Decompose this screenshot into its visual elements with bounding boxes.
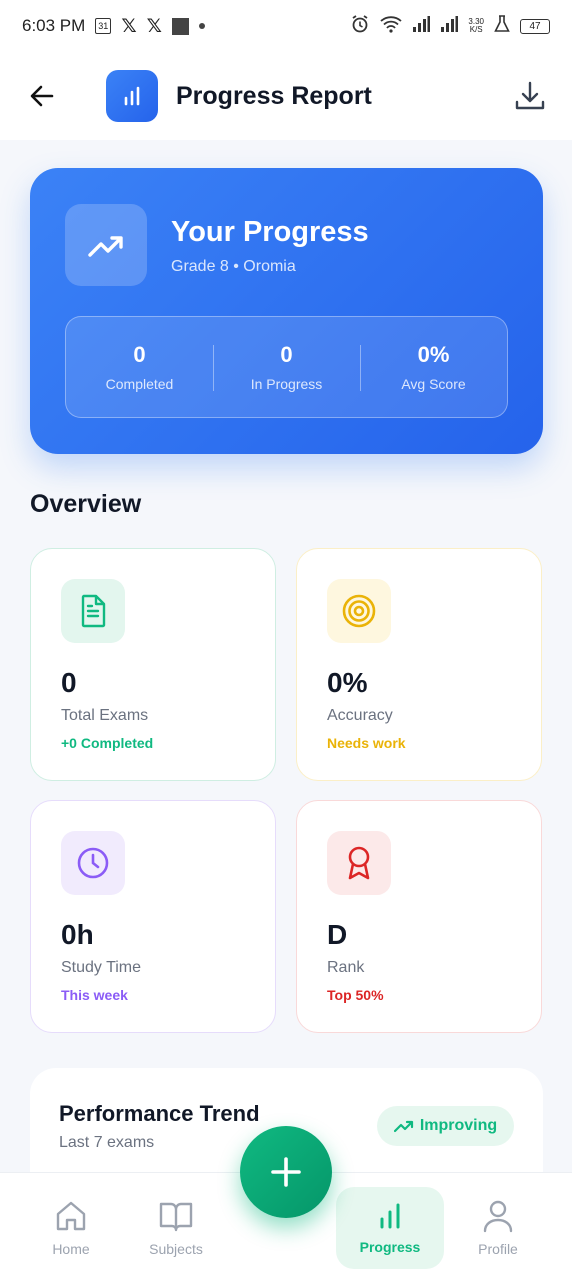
stat-in-progress: 0 In Progress <box>213 317 360 417</box>
card-value: D <box>327 919 348 950</box>
nav-label: Home <box>52 1241 90 1257</box>
progress-summary-card: Your Progress Grade 8 • Oromia 0 Complet… <box>30 168 543 454</box>
signal-icon-2 <box>440 15 459 37</box>
study-time-card[interactable]: 0h Study Time This week <box>30 800 276 1033</box>
bar-chart-icon <box>380 1203 400 1229</box>
award-icon <box>327 831 391 895</box>
stat-completed: 0 Completed <box>66 317 213 417</box>
nav-label: Progress <box>359 1239 421 1255</box>
network-speed: 3.30 K/S <box>468 18 484 34</box>
plus-icon <box>271 1157 301 1187</box>
nav-label: Subjects <box>149 1241 203 1257</box>
arrow-left-icon <box>30 85 54 107</box>
x-app-icon: 𝕏 <box>121 15 137 37</box>
book-icon <box>159 1202 193 1232</box>
network-speed-unit: K/S <box>469 25 483 34</box>
nav-subjects[interactable]: Subjects <box>122 1187 230 1269</box>
performance-subtitle: Last 7 exams <box>59 1134 155 1151</box>
status-time: 6:03 PM <box>22 16 86 35</box>
bar-chart-logo-icon <box>106 70 158 122</box>
document-icon <box>61 579 125 643</box>
trending-up-icon <box>393 1120 413 1133</box>
performance-title: Performance Trend <box>59 1101 260 1126</box>
app-notification-icon <box>171 17 189 35</box>
download-button[interactable] <box>510 76 550 116</box>
trending-up-icon <box>65 204 147 286</box>
wifi-icon <box>380 15 403 38</box>
overview-title: Overview <box>30 490 142 518</box>
hero-subtitle: Grade 8 • Oromia <box>171 258 296 275</box>
card-value: 0h <box>61 919 94 950</box>
status-bar: 6:03 PM 31 𝕏 𝕏 3.30 K/S 47 <box>0 0 572 52</box>
target-icon <box>327 579 391 643</box>
card-note: Needs work <box>327 735 406 751</box>
calendar-day: 31 <box>98 21 109 31</box>
stat-value: 0 <box>133 342 146 367</box>
stat-label: In Progress <box>250 376 323 392</box>
hero-stats: 0 Completed 0 In Progress 0% Avg Score <box>65 316 508 418</box>
signal-icon <box>412 15 431 37</box>
stat-label: Avg Score <box>401 376 466 392</box>
more-notifications-icon <box>198 23 205 29</box>
battery-icon: 47 <box>520 18 550 34</box>
rank-card[interactable]: D Rank Top 50% <box>296 800 542 1033</box>
stat-value: 0% <box>417 342 450 367</box>
card-label: Study Time <box>61 959 142 976</box>
card-label: Total Exams <box>61 707 149 724</box>
accuracy-card[interactable]: 0% Accuracy Needs work <box>296 548 542 781</box>
total-exams-card[interactable]: 0 Total Exams +0 Completed <box>30 548 276 781</box>
card-label: Rank <box>327 959 365 976</box>
home-icon <box>56 1201 86 1231</box>
nav-label: Profile <box>478 1241 518 1257</box>
stat-value: 0 <box>280 342 293 367</box>
card-note: +0 Completed <box>61 735 154 751</box>
card-note: This week <box>61 987 128 1003</box>
nav-progress[interactable]: Progress <box>336 1187 444 1269</box>
card-value: 0 <box>61 667 77 698</box>
page-title: Progress Report <box>176 81 372 110</box>
card-label: Accuracy <box>327 707 393 724</box>
card-note: Top 50% <box>327 987 384 1003</box>
improving-badge: Improving <box>377 1106 514 1146</box>
download-icon <box>515 81 545 110</box>
nav-home[interactable]: Home <box>17 1187 125 1269</box>
clock-icon <box>61 831 125 895</box>
x-app-icon-2: 𝕏 <box>146 15 162 37</box>
badge-label: Improving <box>419 1117 498 1134</box>
stat-label: Completed <box>105 376 174 392</box>
card-value: 0% <box>327 667 368 698</box>
flask-icon <box>494 14 510 38</box>
add-button[interactable] <box>240 1126 332 1218</box>
user-icon <box>483 1200 513 1233</box>
calendar-icon: 31 <box>95 18 112 34</box>
app-header: Progress Report <box>0 52 572 140</box>
stat-avg-score: 0% Avg Score <box>360 317 507 417</box>
nav-profile[interactable]: Profile <box>444 1187 552 1269</box>
back-button[interactable] <box>22 76 62 116</box>
hero-title: Your Progress <box>171 216 369 248</box>
alarm-icon <box>350 14 370 39</box>
battery-level: 47 <box>529 20 541 32</box>
